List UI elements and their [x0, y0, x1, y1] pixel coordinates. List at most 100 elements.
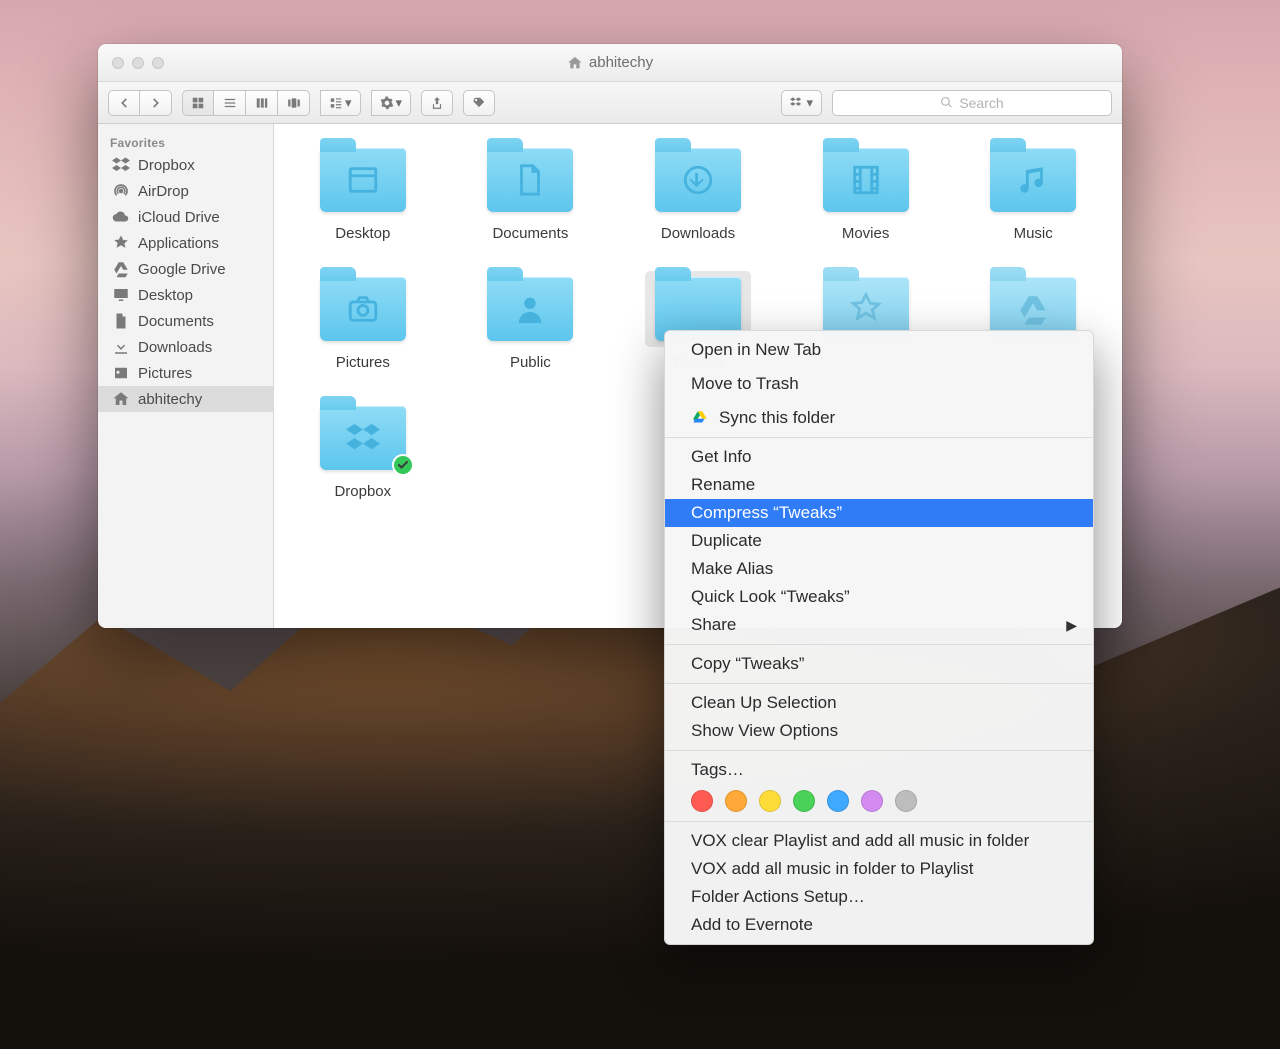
tag-color-button[interactable]: [759, 790, 781, 812]
menu-item-tags[interactable]: Tags…: [665, 756, 1093, 784]
menu-item-duplicate[interactable]: Duplicate: [665, 527, 1093, 555]
sidebar-item-documents[interactable]: Documents: [98, 308, 273, 334]
submenu-arrow-icon: ▶: [1066, 617, 1077, 634]
sidebar-item-label: Google Drive: [138, 261, 226, 278]
menu-separator: [665, 683, 1093, 684]
dropbox-icon: [112, 156, 130, 174]
tag-color-button[interactable]: [827, 790, 849, 812]
menu-item-vox-clear-playlist-and-add-all-music-in-folder[interactable]: VOX clear Playlist and add all music in …: [665, 827, 1093, 855]
download-icon: [112, 338, 130, 356]
menu-item-label: Folder Actions Setup…: [691, 887, 865, 907]
pictures-icon: [112, 364, 130, 382]
folder-pictures[interactable]: Pictures: [293, 271, 433, 372]
gdrive-icon: [112, 260, 130, 278]
tag-color-button[interactable]: [793, 790, 815, 812]
gdrive-icon: [691, 409, 709, 427]
menu-item-sync-this-folder[interactable]: Sync this folder: [665, 404, 1093, 432]
folder-label: Public: [505, 353, 556, 372]
tag-color-button[interactable]: [895, 790, 917, 812]
sidebar-item-airdrop[interactable]: AirDrop: [98, 178, 273, 204]
menu-item-move-to-trash[interactable]: Move to Trash: [665, 370, 1093, 398]
menu-item-label: Clean Up Selection: [691, 693, 837, 713]
cloud-icon: [112, 208, 130, 226]
menu-item-label: Share: [691, 615, 736, 635]
sync-badge-icon: [392, 454, 414, 476]
forward-button[interactable]: [140, 90, 172, 116]
menu-item-make-alias[interactable]: Make Alias: [665, 555, 1093, 583]
folder-icon: [487, 148, 573, 212]
menu-item-copy-tweaks[interactable]: Copy “Tweaks”: [665, 650, 1093, 678]
sidebar-heading: Favorites: [98, 130, 273, 152]
sidebar-item-desktop[interactable]: Desktop: [98, 282, 273, 308]
menu-item-rename[interactable]: Rename: [665, 471, 1093, 499]
sidebar-item-label: AirDrop: [138, 183, 189, 200]
tag-color-button[interactable]: [691, 790, 713, 812]
menu-item-share[interactable]: Share ▶: [665, 611, 1093, 639]
sidebar-item-abhitechy[interactable]: abhitechy: [98, 386, 273, 412]
back-button[interactable]: [108, 90, 140, 116]
folder-music[interactable]: Music: [963, 142, 1103, 243]
folder-label: Dropbox: [329, 482, 396, 501]
arrange-button[interactable]: ▾: [320, 90, 361, 116]
folder-label: Documents: [487, 224, 573, 243]
sidebar-item-icloud-drive[interactable]: iCloud Drive: [98, 204, 273, 230]
titlebar[interactable]: abhitechy: [98, 44, 1122, 82]
folder-desktop[interactable]: Desktop: [293, 142, 433, 243]
close-window-button[interactable]: [112, 57, 124, 69]
menu-item-folder-actions-setup[interactable]: Folder Actions Setup…: [665, 883, 1093, 911]
menu-item-label: VOX clear Playlist and add all music in …: [691, 831, 1029, 851]
home-icon: [567, 55, 583, 71]
search-input[interactable]: Search: [832, 90, 1112, 116]
view-group: [182, 90, 310, 116]
sidebar-item-label: iCloud Drive: [138, 209, 220, 226]
sidebar-item-pictures[interactable]: Pictures: [98, 360, 273, 386]
home-icon: [112, 390, 130, 408]
menu-item-compress-tweaks[interactable]: Compress “Tweaks”: [665, 499, 1093, 527]
sidebar-item-label: Dropbox: [138, 157, 195, 174]
sidebar-item-applications[interactable]: Applications: [98, 230, 273, 256]
menu-item-vox-add-all-music-in-folder-to-playlist[interactable]: VOX add all music in folder to Playlist: [665, 855, 1093, 883]
context-menu: Open in New Tab Move to Trash Sync this fo…: [664, 330, 1094, 945]
menu-item-open-in-new-tab[interactable]: Open in New Tab: [665, 336, 1093, 364]
minimize-window-button[interactable]: [132, 57, 144, 69]
action-button[interactable]: ▾: [371, 90, 412, 116]
folder-public[interactable]: Public: [460, 271, 600, 372]
menu-item-get-info[interactable]: Get Info: [665, 443, 1093, 471]
tag-color-row: [665, 784, 1093, 816]
list-view-button[interactable]: [214, 90, 246, 116]
menu-item-quick-look-tweaks[interactable]: Quick Look “Tweaks”: [665, 583, 1093, 611]
menu-item-label: Add to Evernote: [691, 915, 813, 935]
fullscreen-window-button[interactable]: [152, 57, 164, 69]
folder-downloads[interactable]: Downloads: [628, 142, 768, 243]
sidebar-item-label: Applications: [138, 235, 219, 252]
sidebar: Favorites Dropbox AirDrop iCloud Drive Appl…: [98, 124, 274, 628]
dropbox-toolbar-button[interactable]: ▾: [781, 90, 822, 116]
coverflow-view-button[interactable]: [278, 90, 310, 116]
menu-item-clean-up-selection[interactable]: Clean Up Selection: [665, 689, 1093, 717]
sidebar-item-label: Documents: [138, 313, 214, 330]
menu-item-add-to-evernote[interactable]: Add to Evernote: [665, 911, 1093, 939]
folder-dropbox[interactable]: Dropbox: [293, 400, 433, 501]
column-view-button[interactable]: [246, 90, 278, 116]
share-button[interactable]: [421, 90, 453, 116]
folder-movies[interactable]: Movies: [796, 142, 936, 243]
sidebar-item-downloads[interactable]: Downloads: [98, 334, 273, 360]
menu-item-label: Show View Options: [691, 721, 838, 741]
tag-color-button[interactable]: [725, 790, 747, 812]
tags-button[interactable]: [463, 90, 495, 116]
sidebar-item-label: abhitechy: [138, 391, 202, 408]
menu-separator: [665, 750, 1093, 751]
window-title: abhitechy: [567, 54, 653, 71]
sidebar-item-label: Downloads: [138, 339, 212, 356]
tag-color-button[interactable]: [861, 790, 883, 812]
sidebar-item-google-drive[interactable]: Google Drive: [98, 256, 273, 282]
sidebar-item-label: Desktop: [138, 287, 193, 304]
traffic-lights[interactable]: [98, 57, 164, 69]
sidebar-item-dropbox[interactable]: Dropbox: [98, 152, 273, 178]
menu-separator: [665, 821, 1093, 822]
icon-view-button[interactable]: [182, 90, 214, 116]
folder-documents[interactable]: Documents: [460, 142, 600, 243]
menu-item-show-view-options[interactable]: Show View Options: [665, 717, 1093, 745]
window-title-text: abhitechy: [589, 54, 653, 71]
menu-item-label: Make Alias: [691, 559, 773, 579]
